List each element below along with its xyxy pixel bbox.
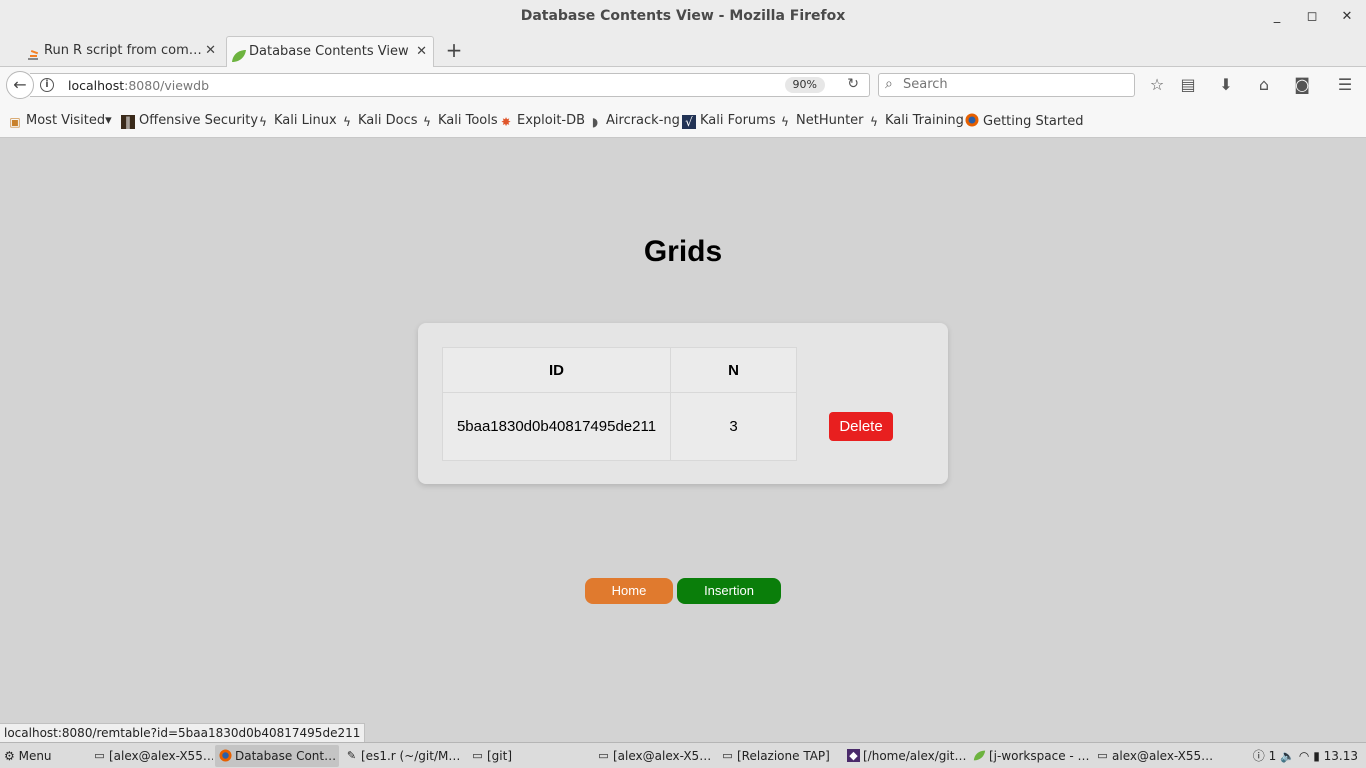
taskbar-item-terminal-2[interactable]: ▭ [alex@alex-X5… xyxy=(593,745,717,767)
taskbar-item-git-folder[interactable]: ▭ [git] xyxy=(467,745,591,767)
battery-icon[interactable]: ▮ xyxy=(1313,749,1320,763)
bookmark-kali-docs[interactable]: ϟ Kali Docs xyxy=(340,113,417,129)
bookmark-offensive-security[interactable]: ‖ Offensive Security xyxy=(121,113,258,129)
start-menu-button[interactable]: ⚙ Menu xyxy=(4,745,52,767)
bookmark-kali-tools[interactable]: ϟ Kali Tools xyxy=(420,113,498,129)
window-title: Database Contents View - Mozilla Firefox xyxy=(520,8,846,24)
tab-database-contents-view[interactable]: Database Contents View ✕ xyxy=(226,36,434,67)
exploitdb-icon: ✸ xyxy=(500,115,512,129)
table-row: 5baa1830d0b40817495de211 3 xyxy=(442,392,797,461)
close-window-icon[interactable]: ✕ xyxy=(1336,6,1358,28)
chevron-down-icon: ▾ xyxy=(105,113,112,128)
cell-id: 5baa1830d0b40817495de211 xyxy=(442,392,671,461)
bookmark-getting-started[interactable]: Getting Started xyxy=(965,113,1084,129)
bookmark-star-icon[interactable]: ☆ xyxy=(1146,74,1168,96)
taskbar: ⚙ Menu ▭ [alex@alex-X55… Database Cont… ✎… xyxy=(0,742,1366,768)
leaf-icon xyxy=(231,45,246,62)
folder-icon: ▣ xyxy=(9,115,21,129)
search-bar[interactable]: ⌕ xyxy=(878,73,1135,97)
tab-run-r-script[interactable]: Run R script from com… ✕ xyxy=(22,36,222,67)
offsec-icon: ‖ xyxy=(121,115,135,129)
firefox-icon xyxy=(965,113,979,127)
column-header-id: ID xyxy=(442,347,671,393)
hamburger-menu-icon[interactable]: ☰ xyxy=(1334,74,1356,96)
url-bar[interactable]: i localhost:8080/viewdb 90% ↻ xyxy=(30,73,870,97)
taskbar-item-relazione-folder[interactable]: ▭ [Relazione TAP] xyxy=(717,745,841,767)
wifi-icon[interactable]: ◠ xyxy=(1299,749,1309,763)
page-content: Grids ID N 5baa1830d0b40817495de211 3 De… xyxy=(0,138,1366,742)
taskbar-item-terminal-3[interactable]: ▭ alex@alex-X55… xyxy=(1092,745,1216,767)
taskbar-item-firefox[interactable]: Database Cont… xyxy=(215,745,339,767)
back-button[interactable]: ← xyxy=(6,71,34,99)
column-header-n: N xyxy=(670,347,797,393)
minimize-icon[interactable]: _ xyxy=(1266,6,1288,28)
back-arrow-icon: ← xyxy=(13,75,27,94)
grid-card: ID N 5baa1830d0b40817495de211 3 Delete xyxy=(418,323,948,484)
insertion-button[interactable]: Insertion xyxy=(677,578,781,604)
notification-count: 1 xyxy=(1268,749,1277,763)
editor-icon: ✎ xyxy=(346,749,357,762)
folder-icon: ▭ xyxy=(722,749,733,762)
kali-icon: ϟ xyxy=(343,115,351,129)
bookmark-kali-forums[interactable]: √ Kali Forums xyxy=(682,113,776,129)
spring-icon xyxy=(973,749,986,762)
tab-strip: Run R script from com… ✕ Database Conten… xyxy=(0,34,1366,67)
page-title: Grids xyxy=(643,235,723,268)
kali-icon: ϟ xyxy=(870,115,878,129)
gear-icon: ⚙ xyxy=(4,749,15,763)
close-tab-icon[interactable]: ✕ xyxy=(205,36,216,65)
forum-icon: √ xyxy=(682,115,696,129)
bookmark-kali-training[interactable]: ϟ Kali Training xyxy=(867,113,964,129)
table-header-row: ID N xyxy=(442,347,797,393)
grids-table: ID N 5baa1830d0b40817495de211 3 xyxy=(442,347,797,461)
kali-icon: ϟ xyxy=(781,115,789,129)
reading-list-icon[interactable]: ▤ xyxy=(1177,74,1199,96)
home-button[interactable]: Home xyxy=(585,578,673,604)
bookmark-most-visited[interactable]: ▣ Most Visited▾ xyxy=(8,113,112,129)
notification-icon[interactable]: ⓘ xyxy=(1253,749,1265,763)
folder-icon: ▭ xyxy=(472,749,483,762)
window-titlebar: Database Contents View - Mozilla Firefox… xyxy=(0,0,1366,34)
close-tab-icon[interactable]: ✕ xyxy=(416,37,427,66)
reload-icon[interactable]: ↻ xyxy=(847,76,859,92)
info-icon[interactable]: i xyxy=(40,78,54,92)
bookmark-nethunter[interactable]: ϟ NetHunter xyxy=(778,113,863,129)
volume-icon[interactable]: 🔈 xyxy=(1280,749,1295,763)
new-tab-button[interactable]: + xyxy=(444,36,464,64)
home-icon[interactable]: ⌂ xyxy=(1253,74,1275,96)
tab-label: Database Contents View xyxy=(249,44,409,59)
delete-button[interactable]: Delete xyxy=(829,412,893,441)
taskbar-item-j-workspace[interactable]: [j-workspace - … xyxy=(969,745,1093,767)
kali-icon: ϟ xyxy=(259,115,267,129)
zoom-level-badge[interactable]: 90% xyxy=(784,77,825,93)
taskbar-item-home-alex-git[interactable]: ◆ [/home/alex/git… xyxy=(843,745,967,767)
bookmark-aircrack-ng[interactable]: ◗ Aircrack-ng xyxy=(588,113,680,129)
system-tray: ⓘ 1 🔈 ◠ ▮ 13.13 xyxy=(1253,745,1358,767)
taskbar-item-editor[interactable]: ✎ [es1.r (~/git/M… xyxy=(341,745,465,767)
search-icon: ⌕ xyxy=(885,76,893,92)
maximize-icon[interactable]: ◻ xyxy=(1301,6,1323,28)
search-input[interactable] xyxy=(903,77,1123,92)
kali-icon: ϟ xyxy=(423,115,431,129)
pocket-icon[interactable]: ◙ xyxy=(1291,74,1313,96)
cell-n: 3 xyxy=(670,392,797,461)
stackoverflow-icon xyxy=(26,44,40,60)
app-icon: ◆ xyxy=(847,749,860,762)
url-text[interactable]: localhost:8080/viewdb xyxy=(68,78,209,93)
terminal-icon: ▭ xyxy=(598,749,609,762)
tab-label: Run R script from com… xyxy=(44,43,202,58)
status-url-overlay: localhost:8080/remtable?id=5baa1830d0b40… xyxy=(0,723,366,742)
clock[interactable]: 13.13 xyxy=(1324,749,1358,763)
download-icon[interactable]: ⬇ xyxy=(1215,74,1237,96)
bookmarks-toolbar: ▣ Most Visited▾ ‖ Offensive Security ϟ Kali… xyxy=(0,104,1366,138)
navigation-bar: i localhost:8080/viewdb 90% ↻ ← ⌕ ☆ ▤ ⬇ … xyxy=(0,67,1366,104)
terminal-icon: ▭ xyxy=(1097,749,1108,762)
firefox-icon xyxy=(219,749,232,762)
bookmark-kali-linux[interactable]: ϟ Kali Linux xyxy=(256,113,337,129)
terminal-icon: ▭ xyxy=(94,749,105,762)
bookmark-exploit-db[interactable]: ✸ Exploit-DB xyxy=(499,113,585,129)
taskbar-item-terminal[interactable]: ▭ [alex@alex-X55… xyxy=(89,745,213,767)
aircrack-icon: ◗ xyxy=(591,115,599,129)
